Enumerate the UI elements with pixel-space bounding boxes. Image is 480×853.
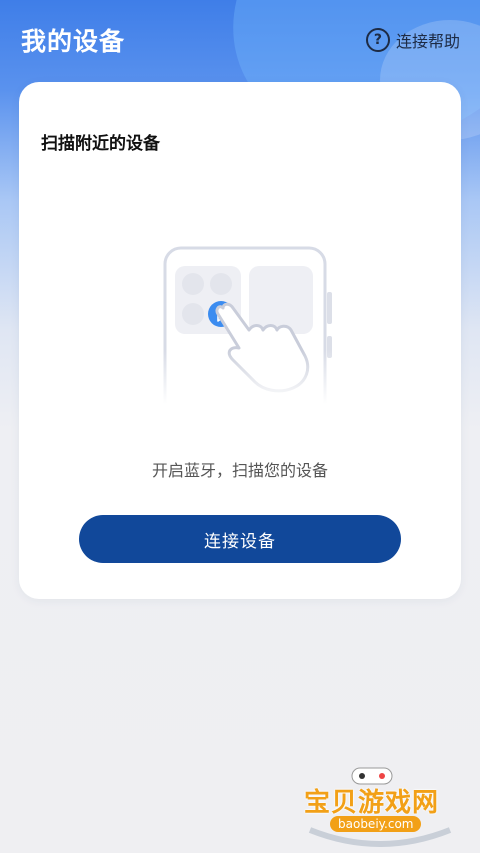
bluetooth-hint: 开启蓝牙，扫描您的设备: [151, 461, 328, 480]
watermark-text: 宝贝游戏网: [304, 788, 440, 818]
header: 我的设备 ? 连接帮助: [0, 0, 480, 82]
card-title: 扫描附近的设备: [41, 134, 160, 154]
device-card: 扫描附近的设备 开启蓝牙，扫描您的设备 连接设备: [19, 82, 461, 599]
watermark-logo: 宝贝游戏网 baobeiy.com: [300, 760, 470, 850]
help-label: 连接帮助: [395, 32, 460, 51]
help-icon: ?: [365, 28, 390, 52]
watermark-url: baobeiy.com: [330, 816, 422, 832]
page-title: 我的设备: [21, 27, 126, 56]
help-link[interactable]: ? 连接帮助: [365, 27, 460, 53]
scan-illustration: [159, 246, 334, 404]
connect-device-button[interactable]: 连接设备: [79, 515, 401, 563]
